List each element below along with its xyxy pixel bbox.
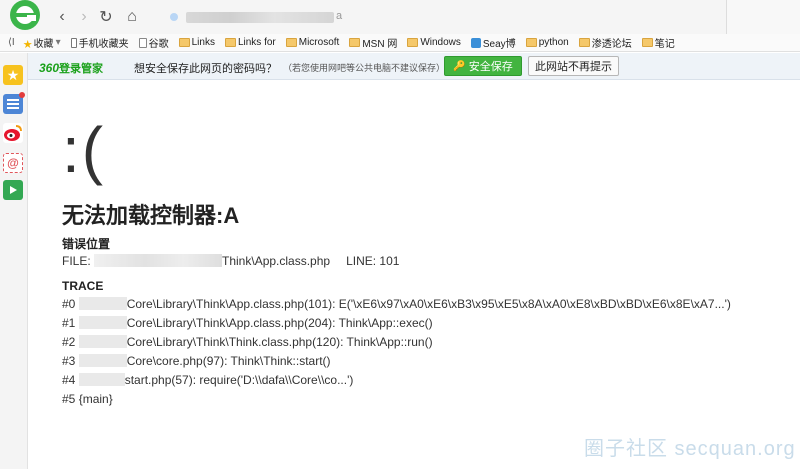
forward-button[interactable]: › xyxy=(74,7,94,27)
bookmark-label: Microsoft xyxy=(298,37,340,48)
home-button[interactable]: ⌂ xyxy=(122,7,142,27)
back-button[interactable]: ‹ xyxy=(52,7,72,27)
mail-icon[interactable]: @ xyxy=(3,153,23,173)
weibo-icon[interactable] xyxy=(3,123,23,143)
folder-icon xyxy=(285,38,297,47)
reload-button[interactable]: ↻ xyxy=(96,7,116,27)
redacted-url xyxy=(186,12,334,23)
bookmark-label: Windows xyxy=(420,37,461,48)
url-tail: a xyxy=(336,10,343,22)
chevron-down-icon: ▾ xyxy=(55,37,61,48)
bookmark-notes[interactable]: 笔记 xyxy=(641,35,675,50)
trace-line: #1 Core\Library\Think\App.class.php(204)… xyxy=(62,316,433,330)
notification-badge xyxy=(19,92,25,98)
toolbar-extensions-area xyxy=(726,0,800,34)
trace-line: #0 Core\Library\Think\App.class.php(101)… xyxy=(62,297,731,311)
line-number: LINE: 101 xyxy=(346,254,400,268)
folder-icon xyxy=(407,38,419,47)
browser-toolbar: ‹ › ↻ ⌂ a xyxy=(0,0,800,34)
bookmark-links[interactable]: Links xyxy=(178,37,215,48)
folder-icon xyxy=(178,38,190,47)
file-prefix: FILE: xyxy=(62,254,95,268)
trace-label: TRACE xyxy=(62,279,104,293)
redacted-path xyxy=(78,297,127,310)
trace-line: #5 {main} xyxy=(62,392,113,406)
file-name: Think\App.class.php xyxy=(222,254,331,268)
error-file-line: FILE: Think\App.class.php LINE: 101 xyxy=(62,254,399,268)
bookmark-label: 渗透论坛 xyxy=(591,39,632,50)
address-bar[interactable]: a xyxy=(152,6,712,28)
bookmark-windows[interactable]: Windows xyxy=(407,37,461,48)
bookmark-label: Links xyxy=(191,37,215,48)
bookmark-label: Links for xyxy=(237,37,276,48)
secure-save-button[interactable]: 🔑 安全保存 xyxy=(444,56,522,76)
bookmark-label: 笔记 xyxy=(654,39,675,50)
bookmark-label: MSN 网 xyxy=(362,39,398,50)
redacted-path xyxy=(94,254,223,267)
folder-icon xyxy=(641,38,653,47)
bookmark-pentest-forum[interactable]: 渗透论坛 xyxy=(578,35,632,50)
bookmark-label: 谷歌 xyxy=(148,39,169,50)
bookmarks-bar: ⟨I ★ 收藏 ▾ 手机收藏夹 谷歌 Links Links for Microso… xyxy=(0,34,800,52)
bookmark-mobile[interactable]: 手机收藏夹 xyxy=(70,35,129,50)
phone-icon xyxy=(70,37,77,48)
password-save-bar: 360登录管家 想安全保存此网页的密码吗？ （若您使用网吧等公共电脑不建议保存）… xyxy=(28,53,800,80)
favorites-star-icon[interactable]: ★ xyxy=(3,65,23,85)
folder-icon xyxy=(525,38,537,47)
never-remind-button[interactable]: 此网站不再提示 xyxy=(528,56,619,76)
trace-line: #2 Core\Library\Think\Think.class.php(12… xyxy=(62,335,433,349)
bookmark-links-for[interactable]: Links for xyxy=(224,37,276,48)
redacted-path xyxy=(78,335,127,348)
bookmark-msn[interactable]: MSN 网 xyxy=(349,35,397,50)
bookmark-google[interactable]: 谷歌 xyxy=(138,35,169,50)
error-location-label: 错误位置 xyxy=(62,237,111,251)
bookmark-label: 手机收藏夹 xyxy=(78,39,129,50)
login-manager-logo: 360登录管家 xyxy=(39,61,104,75)
star-icon: ★ xyxy=(22,39,33,51)
redacted-path xyxy=(78,354,127,367)
public-computer-note: （若您使用网吧等公共电脑不建议保存） xyxy=(283,63,446,73)
error-title: 无法加载控制器:A xyxy=(62,203,240,228)
secure-save-label: 安全保存 xyxy=(468,61,513,73)
bookmark-python[interactable]: python xyxy=(525,37,569,48)
site-icon xyxy=(170,13,178,21)
page-icon xyxy=(138,37,147,48)
save-password-question: 想安全保存此网页的密码吗？ xyxy=(134,63,277,75)
watermark: 圈子社区 secquan.org xyxy=(584,438,796,460)
video-play-icon[interactable] xyxy=(3,180,23,200)
browser-logo-icon xyxy=(6,0,46,34)
sad-face: :( xyxy=(62,114,106,186)
bookmark-label: python xyxy=(538,37,569,48)
bookmark-seay[interactable]: Seay博 xyxy=(470,35,516,50)
redacted-path xyxy=(78,316,127,329)
trace-line: #3 Core\core.php(97): Think\Think::start… xyxy=(62,354,331,368)
seay-icon xyxy=(470,37,481,48)
folder-icon xyxy=(578,38,590,47)
bookmark-microsoft[interactable]: Microsoft xyxy=(285,37,340,48)
bookmark-label: Seay博 xyxy=(482,39,516,50)
bookmark-label: 收藏 xyxy=(33,39,54,50)
trace-line: #4 start.php(57): require('D:\\dafa\\Cor… xyxy=(62,373,354,387)
redacted-path xyxy=(78,373,125,386)
bookmark-favorites[interactable]: ★ 收藏 ▾ xyxy=(22,35,61,51)
folder-icon xyxy=(224,38,236,47)
news-list-icon[interactable] xyxy=(3,92,25,114)
left-sidebar: ★ @ xyxy=(0,53,28,469)
folder-icon xyxy=(349,38,361,47)
collapse-sidebar-icon[interactable]: ⟨I xyxy=(8,37,15,48)
key-icon: 🔑 xyxy=(453,60,466,72)
